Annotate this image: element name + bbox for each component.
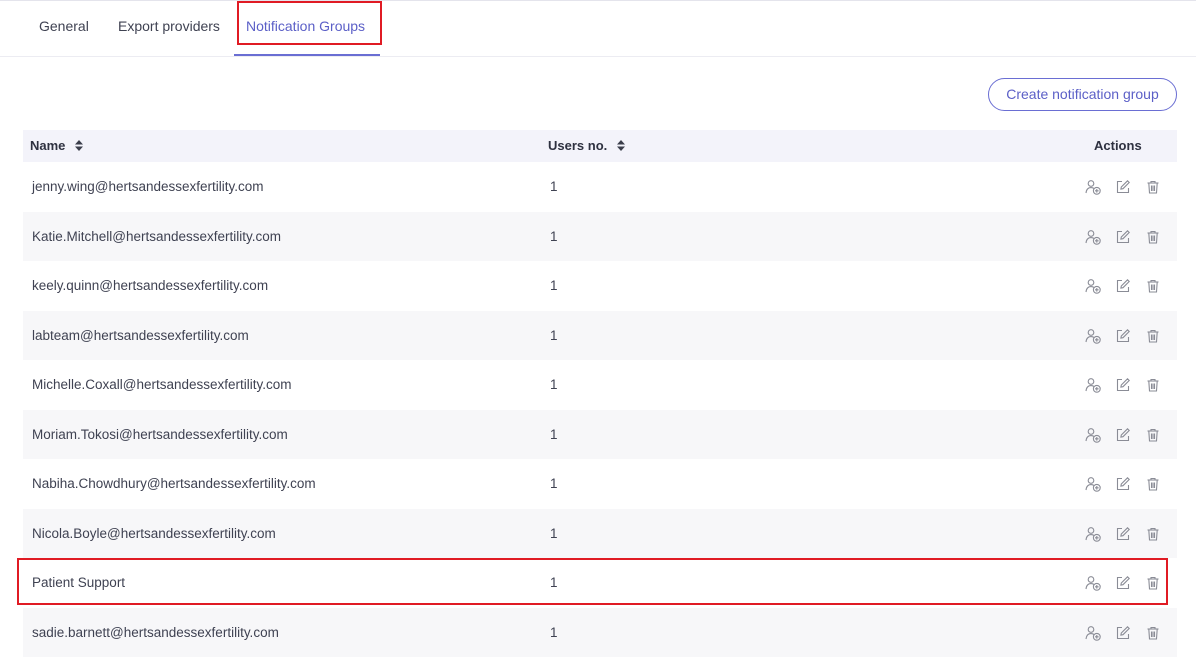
trash-icon[interactable] [1145, 427, 1161, 443]
users-count: 1 [550, 179, 558, 194]
group-name: Moriam.Tokosi@hertsandessexfertility.com [32, 426, 288, 442]
group-name: Nicola.Boyle@hertsandessexfertility.com [32, 525, 276, 541]
column-header-users[interactable]: Users no. [548, 130, 625, 162]
table-row: keely.quinn@hertsandessexfertility.com 1 [23, 261, 1177, 311]
table-row: Nicola.Boyle@hertsandessexfertility.com 1 [23, 508, 1177, 558]
table-row: Moriam.Tokosi@hertsandessexfertility.com… [23, 409, 1177, 459]
add-user-icon[interactable] [1085, 328, 1101, 344]
add-user-icon[interactable] [1085, 427, 1101, 443]
tab-general[interactable]: General [39, 0, 89, 52]
annotation-highlight-row [17, 558, 1168, 605]
edit-icon[interactable] [1115, 427, 1131, 443]
edit-icon[interactable] [1115, 229, 1131, 245]
table-row: Michelle.Coxall@hertsandessexfertility.c… [23, 360, 1177, 410]
trash-icon[interactable] [1145, 377, 1161, 393]
users-count: 1 [550, 426, 558, 442]
column-header-users-label: Users no. [548, 138, 608, 153]
column-header-actions: Actions [1094, 138, 1142, 153]
sort-icon[interactable] [616, 131, 625, 163]
group-name: keely.quinn@hertsandessexfertility.com [32, 278, 269, 293]
add-user-icon[interactable] [1085, 526, 1101, 542]
table-row: Katie.Mitchell@hertsandessexfertility.co… [23, 211, 1177, 261]
users-count: 1 [550, 278, 558, 293]
add-user-icon[interactable] [1085, 476, 1101, 492]
users-count: 1 [550, 228, 558, 244]
add-user-icon[interactable] [1085, 278, 1101, 294]
group-name: labteam@hertsandessexfertility.com [32, 327, 249, 343]
trash-icon[interactable] [1145, 476, 1161, 492]
add-user-icon[interactable] [1085, 229, 1101, 245]
column-header-name-label: Name [30, 138, 66, 153]
users-count: 1 [550, 525, 558, 541]
group-name: jenny.wing@hertsandessexfertility.com [32, 179, 264, 194]
tab-export-providers[interactable]: Export providers [118, 0, 220, 52]
table-row: labteam@hertsandessexfertility.com 1 [23, 310, 1177, 360]
trash-icon[interactable] [1145, 229, 1161, 245]
column-header-name[interactable]: Name [30, 130, 84, 163]
create-notification-group-button[interactable]: Create notification group [988, 78, 1177, 111]
users-count: 1 [550, 624, 558, 640]
table-row: jenny.wing@hertsandessexfertility.com 1 [23, 162, 1177, 212]
add-user-icon[interactable] [1085, 179, 1101, 195]
tab-bar: General Export providers Notification Gr… [0, 0, 1196, 57]
add-user-icon[interactable] [1085, 377, 1101, 393]
table-row: Nabiha.Chowdhury@hertsandessexfertility.… [23, 459, 1177, 509]
edit-icon[interactable] [1115, 476, 1131, 492]
trash-icon[interactable] [1145, 278, 1161, 294]
annotation-highlight-tab [237, 1, 382, 45]
edit-icon[interactable] [1115, 377, 1131, 393]
sort-icon[interactable] [75, 131, 84, 163]
users-count: 1 [550, 476, 558, 491]
users-count: 1 [550, 327, 558, 343]
users-count: 1 [550, 377, 558, 392]
trash-icon[interactable] [1145, 625, 1161, 641]
edit-icon[interactable] [1115, 278, 1131, 294]
trash-icon[interactable] [1145, 328, 1161, 344]
table-row: sadie.barnett@hertsandessexfertility.com… [23, 607, 1177, 657]
trash-icon[interactable] [1145, 526, 1161, 542]
group-name: Michelle.Coxall@hertsandessexfertility.c… [32, 377, 292, 392]
group-name: Katie.Mitchell@hertsandessexfertility.co… [32, 228, 282, 244]
edit-icon[interactable] [1115, 526, 1131, 542]
group-name: sadie.barnett@hertsandessexfertility.com [32, 624, 279, 640]
group-name: Nabiha.Chowdhury@hertsandessexfertility.… [32, 476, 316, 491]
edit-icon[interactable] [1115, 179, 1131, 195]
edit-icon[interactable] [1115, 625, 1131, 641]
trash-icon[interactable] [1145, 179, 1161, 195]
edit-icon[interactable] [1115, 328, 1131, 344]
active-tab-underline [234, 54, 380, 56]
table-header: Name Users no. Actions [23, 130, 1177, 162]
add-user-icon[interactable] [1085, 625, 1101, 641]
